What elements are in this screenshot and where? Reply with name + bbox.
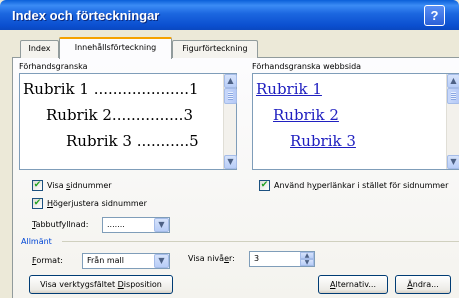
format-label: Format: bbox=[32, 256, 63, 265]
show-page-numbers-checkbox[interactable]: ✔ bbox=[32, 180, 43, 191]
web-preview-scrollbar[interactable]: ▲ ▼ bbox=[446, 74, 459, 169]
help-button[interactable]: ? bbox=[424, 5, 445, 26]
show-page-numbers-label: Visa sidnummer bbox=[47, 181, 112, 190]
tab-leader-label: Tabbutfyllnad: bbox=[32, 220, 89, 229]
options-button[interactable]: Alternativ... bbox=[318, 275, 388, 294]
window-title: Index och förteckningar bbox=[12, 8, 160, 23]
use-hyperlinks-checkbox[interactable]: ✔ bbox=[259, 180, 270, 191]
print-preview-label: Förhandsgranska bbox=[19, 62, 88, 71]
format-dropdown[interactable]: Från mall ▼ bbox=[82, 253, 170, 269]
web-preview-link: Rubrik 3 bbox=[290, 132, 356, 150]
chevron-down-icon[interactable]: ▼ bbox=[154, 254, 169, 268]
print-preview-entry: Rubrik 2...............3 bbox=[46, 106, 193, 124]
section-divider bbox=[62, 241, 459, 242]
print-preview-box: Rubrik 1 ....................1 Rubrik 2.… bbox=[19, 73, 237, 170]
chevron-down-icon[interactable]: ▼ bbox=[154, 218, 169, 232]
levels-spinner[interactable]: 3 ▲ ▼ bbox=[249, 251, 315, 267]
right-align-label: Högerjustera sidnummer bbox=[47, 199, 147, 208]
general-section-label: Allmänt bbox=[21, 237, 52, 246]
scroll-up-icon[interactable]: ▲ bbox=[447, 74, 459, 88]
right-align-checkbox[interactable]: ✔ bbox=[32, 198, 43, 209]
use-hyperlinks-label: Använd hyperlänkar i stället för sidnumm… bbox=[274, 181, 449, 190]
show-outline-toolbar-button[interactable]: Visa verktygsfältet Disposition bbox=[29, 275, 173, 294]
tab-table-of-contents[interactable]: Innehållsförteckning bbox=[59, 37, 172, 59]
web-preview-link: Rubrik 1 bbox=[256, 80, 322, 98]
web-preview-box: Rubrik 1 Rubrik 2 Rubrik 3 ▲ ▼ bbox=[252, 73, 459, 170]
modify-button[interactable]: Ändra... bbox=[395, 275, 451, 294]
tab-index[interactable]: Index bbox=[20, 40, 59, 58]
print-preview-scrollbar[interactable]: ▲ ▼ bbox=[223, 74, 237, 169]
levels-label: Visa nivåer: bbox=[188, 254, 235, 263]
scroll-down-icon[interactable]: ▼ bbox=[447, 155, 459, 169]
scroll-thumb[interactable] bbox=[224, 88, 237, 104]
spin-down-icon[interactable]: ▼ bbox=[300, 259, 314, 266]
tab-table-of-figures[interactable]: Figurförteckning bbox=[172, 40, 258, 58]
web-preview-link: Rubrik 2 bbox=[273, 106, 339, 124]
scroll-up-icon[interactable]: ▲ bbox=[224, 74, 237, 88]
print-preview-entry: Rubrik 1 ....................1 bbox=[23, 80, 199, 98]
scroll-down-icon[interactable]: ▼ bbox=[224, 155, 237, 169]
spin-up-icon[interactable]: ▲ bbox=[300, 252, 314, 259]
tab-leader-dropdown[interactable]: ....... ▼ bbox=[102, 217, 170, 233]
web-preview-label: Förhandsgranska webbsida bbox=[252, 62, 362, 71]
print-preview-entry: Rubrik 3 ...........5 bbox=[66, 132, 199, 150]
scroll-thumb[interactable] bbox=[447, 88, 459, 104]
